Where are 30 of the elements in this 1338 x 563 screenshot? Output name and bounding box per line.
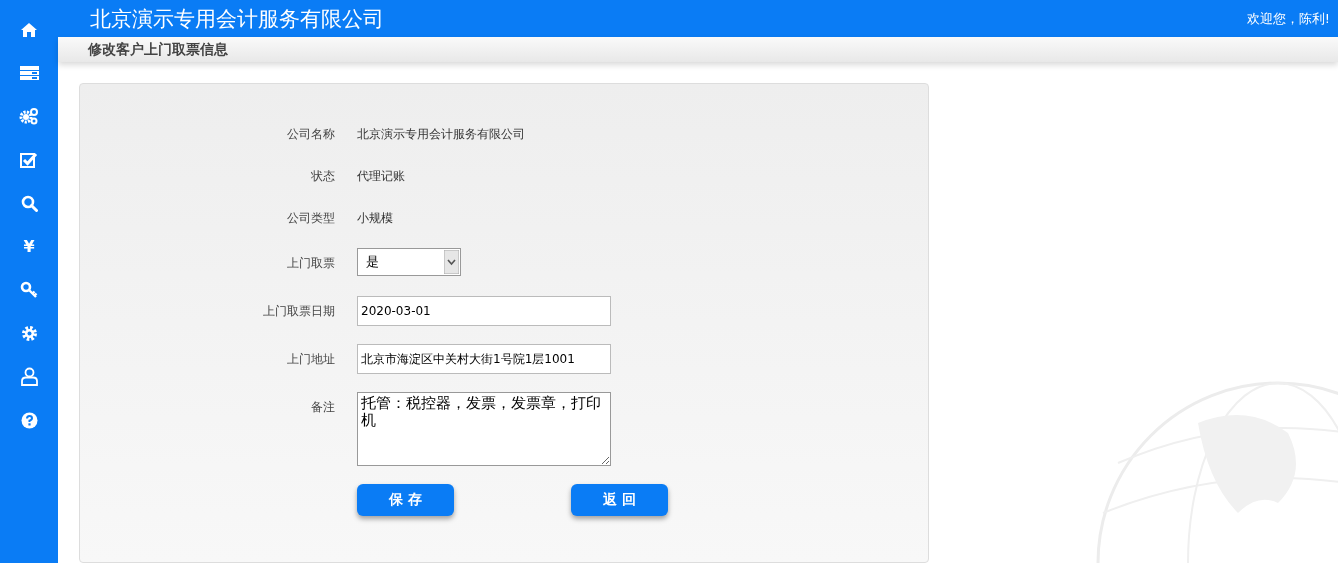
- field-label: 上门取票日期: [262, 303, 335, 320]
- search-icon[interactable]: [20, 194, 38, 212]
- user-icon[interactable]: [20, 367, 38, 387]
- input-field[interactable]: 北京市海淀区中关村大街1号院1层1001: [357, 344, 611, 374]
- input-field[interactable]: 2020-03-01: [357, 296, 611, 326]
- field-value: 小规模: [357, 210, 393, 227]
- textarea-field[interactable]: 托管：税控器，发票，发票章，打印机: [357, 392, 611, 466]
- company-title: 北京演示专用会计服务有限公司: [90, 5, 384, 33]
- field-label: 上门地址: [286, 351, 335, 368]
- field-value: 北京演示专用会计服务有限公司: [357, 126, 525, 143]
- help-icon[interactable]: [20, 411, 38, 429]
- key-icon[interactable]: [20, 281, 38, 300]
- action-button[interactable]: 保 存: [357, 484, 454, 516]
- checkbox-icon[interactable]: [20, 151, 38, 168]
- gear-icon[interactable]: [20, 324, 38, 342]
- page-title: 修改客户上门取票信息: [88, 40, 228, 59]
- field-label: 公司类型: [286, 210, 335, 227]
- field-label: 公司名称: [286, 126, 335, 143]
- yen-icon[interactable]: ¥: [23, 238, 35, 255]
- field-label: 状态: [310, 168, 335, 185]
- gears-icon[interactable]: [19, 107, 39, 126]
- field-value: 代理记账: [357, 168, 405, 185]
- field-label: 上门取票: [286, 255, 335, 272]
- field-label: 备注: [310, 399, 335, 416]
- home-icon[interactable]: [20, 21, 38, 38]
- action-button[interactable]: 返 回: [571, 484, 668, 516]
- select-field[interactable]: 是: [357, 248, 461, 276]
- welcome-text: 欢迎您，陈利!: [1246, 9, 1330, 28]
- server-icon[interactable]: [19, 66, 39, 81]
- caret-icon: [444, 250, 459, 274]
